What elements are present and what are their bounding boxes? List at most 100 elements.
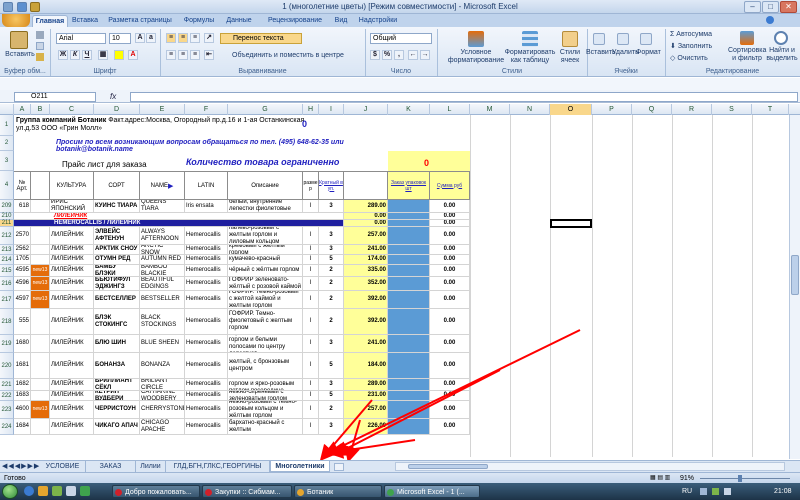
- tab-insert[interactable]: Вставка: [70, 15, 100, 27]
- taskbar-item-opera-1[interactable]: Добро пожаловать...: [112, 485, 200, 498]
- cell-order[interactable]: [388, 277, 430, 291]
- desktop-icon[interactable]: [66, 486, 76, 496]
- copy-icon[interactable]: [36, 42, 44, 50]
- clear-button[interactable]: ◇ Очистить: [670, 55, 730, 63]
- align-left-icon[interactable]: ≡: [166, 50, 176, 60]
- col-header-A[interactable]: A: [14, 104, 31, 115]
- row-header[interactable]: 217: [0, 291, 14, 309]
- cell-styles-icon[interactable]: [562, 31, 578, 47]
- col-header-C[interactable]: C: [50, 104, 94, 115]
- cut-icon[interactable]: [36, 31, 44, 39]
- comma-icon[interactable]: ,: [394, 50, 404, 60]
- cell-order[interactable]: [388, 213, 430, 220]
- paste-icon[interactable]: [10, 31, 28, 49]
- align-top-icon[interactable]: ≡: [166, 33, 176, 43]
- row-header[interactable]: 221: [0, 379, 14, 391]
- borders-icon[interactable]: ▦: [98, 50, 108, 60]
- select-all-corner[interactable]: [0, 104, 14, 115]
- col-header-E[interactable]: E: [140, 104, 185, 115]
- row-header[interactable]: 222: [0, 391, 14, 401]
- cell-styles-button[interactable]: Стили ячеек: [553, 49, 587, 65]
- col-header-F[interactable]: F: [185, 104, 228, 115]
- format-cells-icon[interactable]: [640, 33, 652, 45]
- cell-order[interactable]: [388, 391, 430, 401]
- col-header-G[interactable]: G: [228, 104, 303, 115]
- sheet-nav-arrows-icon[interactable]: ◀◀◀▶▶▶: [2, 462, 39, 470]
- cell-order[interactable]: [388, 401, 430, 419]
- decrease-font-icon[interactable]: a: [146, 33, 156, 43]
- row-header[interactable]: 1: [0, 115, 14, 136]
- col-header-S[interactable]: S: [712, 104, 752, 115]
- name-box[interactable]: O211: [14, 92, 96, 102]
- network-icon[interactable]: [712, 488, 719, 495]
- maximize-button[interactable]: □: [762, 1, 779, 13]
- explorer-icon[interactable]: [38, 486, 48, 496]
- delete-cells-icon[interactable]: [617, 33, 629, 45]
- delete-cells-button[interactable]: Удалить: [612, 49, 639, 57]
- col-header-H[interactable]: H: [303, 104, 319, 115]
- ie-icon[interactable]: [24, 486, 34, 496]
- row-header[interactable]: 215: [0, 265, 14, 277]
- col-header-M[interactable]: M: [470, 104, 510, 115]
- format-table-icon[interactable]: [522, 31, 538, 47]
- cell-order[interactable]: [388, 245, 430, 255]
- increase-decimal-icon[interactable]: ←: [408, 50, 418, 60]
- fx-icon[interactable]: fx: [110, 92, 126, 102]
- align-bottom-icon[interactable]: ≡: [190, 33, 200, 43]
- currency-icon[interactable]: $: [370, 50, 380, 60]
- cell-order[interactable]: [388, 335, 430, 353]
- bold-button[interactable]: Ж: [58, 50, 68, 60]
- cell-order[interactable]: [388, 265, 430, 277]
- insert-cells-button[interactable]: Вставить: [586, 49, 616, 57]
- sheet-tab-gld[interactable]: ГЛД,БГН,ГЛКС,ГЕОРГИНЫ: [166, 461, 270, 472]
- tray-icon[interactable]: [700, 488, 707, 495]
- row-header[interactable]: 214: [0, 255, 14, 265]
- tab-data[interactable]: Данные: [222, 15, 256, 27]
- indent-icon[interactable]: ⇤: [204, 50, 214, 60]
- col-header-N[interactable]: N: [510, 104, 550, 115]
- horizontal-scroll-thumb[interactable]: [408, 464, 488, 469]
- find-select-button[interactable]: Найти и выделить: [764, 47, 800, 63]
- cell-order[interactable]: [388, 255, 430, 265]
- vertical-scroll-thumb[interactable]: [791, 255, 799, 295]
- new-sheet-icon[interactable]: [334, 463, 344, 471]
- col-header-K[interactable]: K: [388, 104, 430, 115]
- number-format-dropdown[interactable]: Общий: [370, 33, 432, 44]
- taskbar-item-opera-2[interactable]: Закупки :: Сибмам...: [202, 485, 292, 498]
- sheet-tab-order-form[interactable]: ЗАКАЗ ФОРМА: [86, 461, 136, 481]
- sort-filter-icon[interactable]: [740, 31, 754, 45]
- excel-quick-icon[interactable]: [80, 486, 90, 496]
- sheet-tab-perennials[interactable]: Многолетники: [270, 461, 330, 472]
- align-center-icon[interactable]: ≡: [178, 50, 188, 60]
- autosum-button[interactable]: Σ Автосумма: [670, 31, 730, 39]
- format-table-button[interactable]: Форматировать как таблицу: [503, 49, 557, 65]
- minimize-button[interactable]: –: [744, 1, 761, 13]
- font-color-icon[interactable]: A: [128, 50, 138, 60]
- conditional-format-button[interactable]: Условное форматирование: [446, 49, 506, 65]
- tab-formulas[interactable]: Формулы: [180, 15, 218, 27]
- row-header[interactable]: 3: [0, 151, 14, 171]
- zoom-slider-thumb[interactable]: [738, 475, 742, 482]
- media-icon[interactable]: [52, 486, 62, 496]
- col-header-P[interactable]: P: [592, 104, 632, 115]
- tab-page-layout[interactable]: Разметка страницы: [104, 15, 176, 27]
- decrease-decimal-icon[interactable]: →: [420, 50, 430, 60]
- taskbar-item-folder[interactable]: Ботаник: [294, 485, 382, 498]
- taskbar-item-excel[interactable]: Microsoft Excel - 1 (...: [384, 485, 480, 498]
- fill-color-icon[interactable]: [114, 50, 124, 60]
- italic-button[interactable]: К: [70, 50, 80, 60]
- underline-button[interactable]: Ч: [82, 50, 92, 60]
- start-button[interactable]: [2, 484, 18, 499]
- insert-cells-icon[interactable]: [593, 33, 605, 45]
- cell-order[interactable]: [388, 220, 430, 227]
- col-header-O[interactable]: O: [550, 104, 592, 115]
- row-header[interactable]: 218: [0, 309, 14, 335]
- align-middle-icon[interactable]: ≡: [178, 33, 188, 43]
- conditional-format-icon[interactable]: [468, 31, 484, 47]
- row-header[interactable]: 216: [0, 277, 14, 291]
- row-header[interactable]: 210: [0, 213, 14, 220]
- horizontal-scrollbar[interactable]: [395, 462, 785, 471]
- percent-icon[interactable]: %: [382, 50, 392, 60]
- close-button[interactable]: ✕: [780, 1, 797, 13]
- format-cells-button[interactable]: Формат: [636, 49, 661, 57]
